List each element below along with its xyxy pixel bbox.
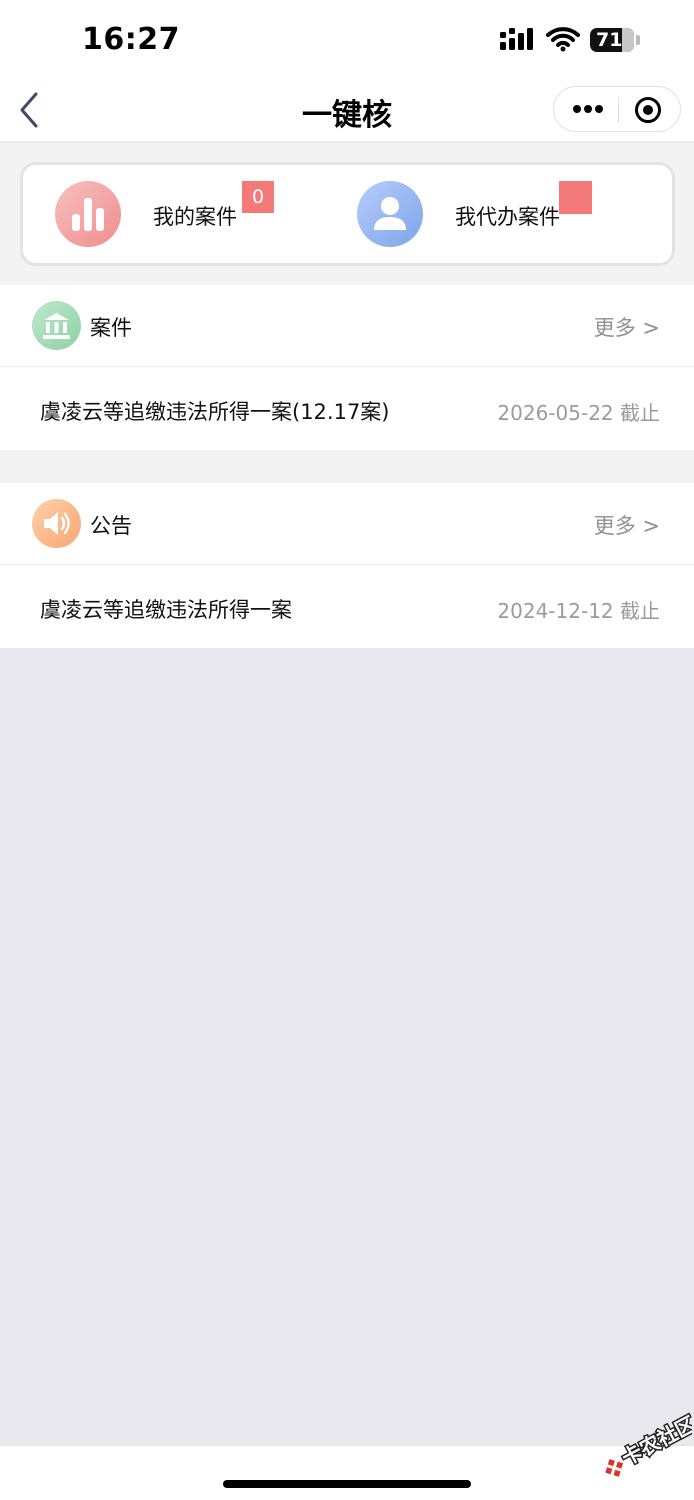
speaker-icon (32, 499, 81, 548)
cases-section: 案件 更多 > 虞凌云等追缴违法所得一案(12.17案) 2026-05-22 … (0, 285, 694, 450)
bank-building-icon (32, 301, 81, 350)
notices-section: 公告 更多 > 虞凌云等追缴违法所得一案 2024-12-12 截止 (0, 483, 694, 648)
battery-icon: 71 (590, 28, 634, 52)
section-divider (0, 450, 694, 483)
battery-cap (636, 35, 640, 45)
status-bar: 16:27 71 (0, 0, 694, 80)
watermark-logo: 卡农社区 (605, 1410, 692, 1477)
nav-bar: 一键核 (0, 80, 694, 142)
status-time: 16:27 (82, 22, 180, 57)
cases-more-link[interactable]: 更多 > (594, 312, 660, 342)
more-dots-icon[interactable] (568, 95, 608, 123)
person-icon[interactable] (357, 181, 423, 247)
home-indicator[interactable] (223, 1480, 471, 1488)
notice-item-title[interactable]: 虞凌云等追缴违法所得一案 (40, 594, 292, 624)
cellular-signal-icon (500, 28, 533, 50)
case-item-date: 2026-05-22 截止 (497, 401, 660, 425)
my-cases-shortcut[interactable]: 我的案件 (153, 201, 237, 231)
watermark-text: 卡农社区 (618, 1411, 692, 1470)
close-target-icon[interactable] (634, 96, 662, 124)
miniprogram-capsule (553, 86, 681, 132)
cases-title: 案件 (90, 316, 132, 340)
notices-title: 公告 (90, 514, 132, 538)
notices-more-link[interactable]: 更多 > (594, 510, 660, 540)
capsule-divider (618, 97, 619, 123)
proxy-cases-shortcut[interactable]: 我代办案件 (455, 201, 560, 231)
notices-header: 公告 更多 > (0, 483, 694, 565)
my-cases-badge: 0 (242, 181, 274, 213)
wifi-icon (546, 27, 580, 52)
notice-item-date: 2024-12-12 截止 (497, 599, 660, 623)
cases-header: 案件 更多 > (0, 285, 694, 367)
shortcut-card: 我的案件 0 我代办案件 (20, 162, 675, 266)
bar-chart-icon[interactable] (55, 181, 121, 247)
battery-level: 71 (596, 29, 623, 51)
proxy-cases-badge (559, 181, 592, 214)
case-item-title[interactable]: 虞凌云等追缴违法所得一案(12.17案) (40, 396, 390, 426)
